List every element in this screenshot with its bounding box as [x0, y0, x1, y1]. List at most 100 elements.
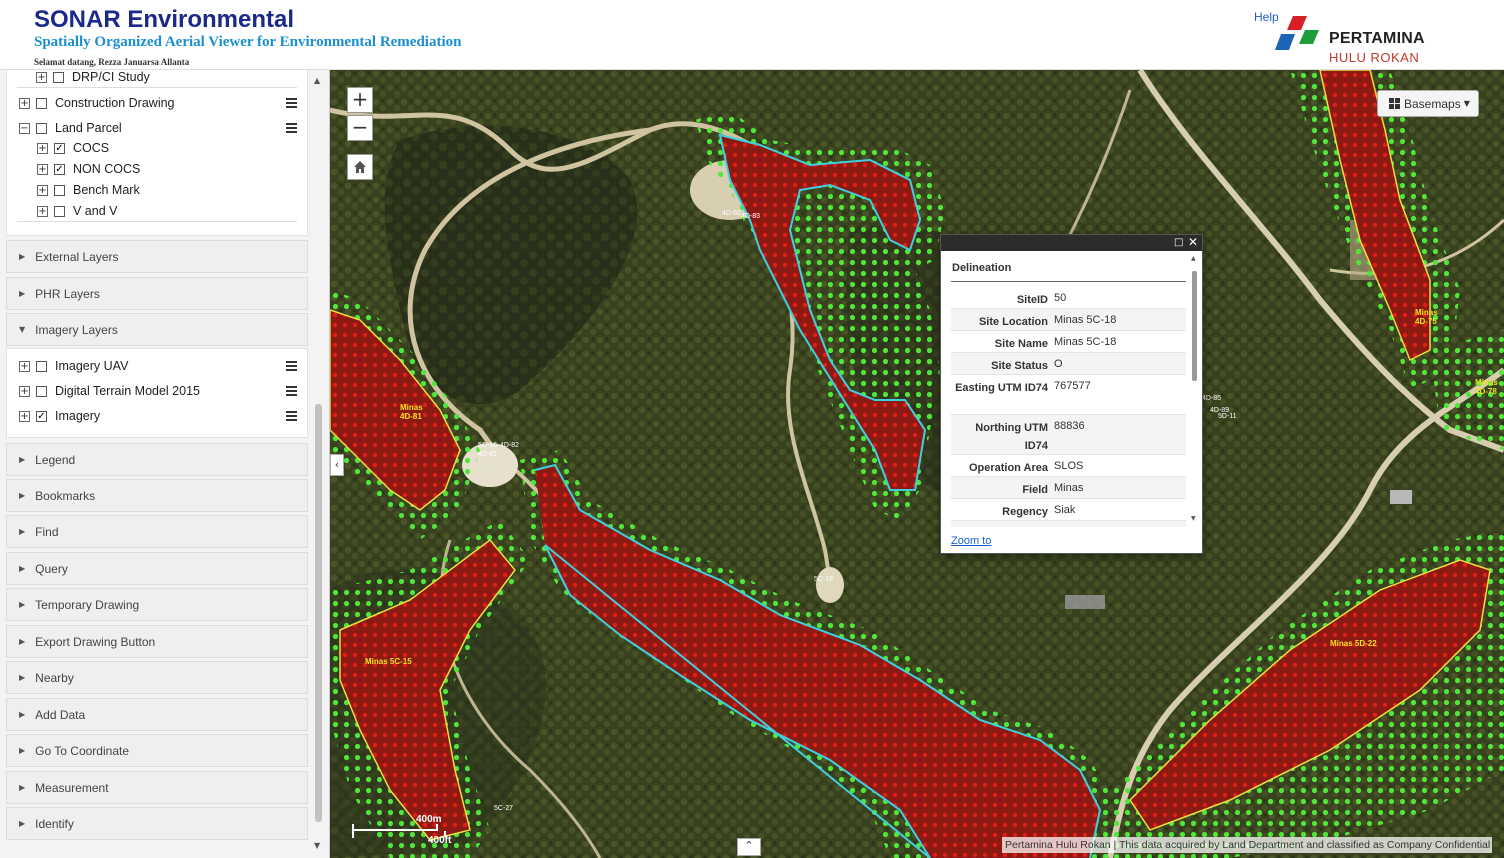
panel-measurement[interactable]: ▶ Measurement [6, 771, 308, 804]
attribute-key: Site Name [994, 338, 1048, 350]
divider [951, 281, 1186, 282]
zoom-out-button[interactable]: − [347, 115, 373, 141]
panel-label: Temporary Drawing [35, 597, 140, 612]
map-label-minas-4d78: Minas [1475, 378, 1498, 387]
panel-label: Query [35, 561, 68, 576]
scroll-down-icon[interactable]: ▼ [1191, 515, 1196, 522]
popup-title: Delineation [952, 262, 1012, 274]
caret-right-icon: ▶ [19, 491, 26, 500]
expand-icon[interactable]: + [19, 410, 30, 422]
attribute-key: Easting UTM ID74 [955, 382, 1048, 394]
caret-right-icon: ▶ [19, 289, 26, 298]
layer-item-imagery-uav[interactable]: + Imagery UAV [19, 356, 128, 376]
layer-item-bench-mark[interactable]: + Bench Mark [37, 180, 140, 200]
layer-list-imagery: + Imagery UAV + Digital Terrain Model 20… [6, 348, 308, 438]
scroll-up-icon[interactable]: ▲ [314, 76, 320, 85]
layer-menu-icon[interactable] [286, 361, 297, 371]
well-label-4d85: 4D-85 [1202, 395, 1221, 402]
layer-list-operational: + DRP/CI Study + Construction Drawing − … [6, 70, 308, 236]
collapse-sidebar-button[interactable]: ‹ [330, 454, 344, 476]
expand-icon[interactable]: + [37, 142, 48, 154]
basemaps-button[interactable]: Basemaps ▼ [1377, 90, 1479, 117]
layer-checkbox[interactable] [36, 97, 47, 109]
panel-phr-layers[interactable]: ▶ PHR Layers [6, 277, 308, 310]
panel-find[interactable]: ▶ Find [6, 515, 308, 548]
panel-go-to-coordinate[interactable]: ▶ Go To Coordinate [6, 734, 308, 767]
attribute-key: Field [1022, 484, 1048, 496]
layer-item-construction-drawing[interactable]: + Construction Drawing [19, 93, 175, 113]
scroll-down-icon[interactable]: ▼ [314, 841, 320, 850]
layer-item-land-parcel[interactable]: − Land Parcel [19, 118, 122, 138]
panel-temporary-drawing[interactable]: ▶ Temporary Drawing [6, 588, 308, 621]
maximize-icon[interactable]: □ [1174, 237, 1185, 248]
caret-right-icon: ▶ [19, 455, 26, 464]
panel-nearby[interactable]: ▶ Nearby [6, 661, 308, 694]
layer-checkbox-checked[interactable]: ✓ [36, 410, 47, 422]
panel-external-layers[interactable]: ▶ External Layers [6, 240, 308, 273]
layer-item-non-cocs[interactable]: + ✓ NON COCS [37, 159, 140, 179]
caret-right-icon: ▶ [19, 252, 26, 261]
layer-menu-icon[interactable] [286, 411, 297, 421]
panel-imagery-layers[interactable]: ▼ Imagery Layers [6, 313, 308, 346]
expand-icon[interactable]: + [19, 360, 30, 372]
app-subtitle: Spatially Organized Aerial Viewer for En… [34, 34, 462, 50]
layer-checkbox[interactable] [53, 71, 64, 83]
expand-icon[interactable]: + [37, 163, 48, 175]
layer-checkbox[interactable] [54, 205, 65, 217]
attribute-row: Operation Area SLOS [951, 455, 1186, 477]
expand-icon[interactable]: + [37, 184, 48, 196]
zoom-in-button[interactable]: + [347, 87, 373, 113]
panel-identify[interactable]: ▶ Identify [6, 807, 308, 840]
layer-checkbox[interactable] [36, 122, 47, 134]
collapse-icon[interactable]: − [19, 122, 30, 134]
popup-scrollbar[interactable]: ▲ ▼ [1190, 255, 1199, 525]
panel-label: External Layers [35, 249, 119, 264]
layer-checkbox-checked[interactable]: ✓ [54, 163, 65, 175]
map-view[interactable]: Minas 4D-81 Minas 5C-15 Minas 5D-22 Mina… [330, 70, 1504, 858]
expand-icon[interactable]: + [19, 385, 30, 397]
scrollbar-thumb[interactable] [315, 404, 322, 822]
layer-checkbox[interactable] [36, 360, 47, 372]
well-label-5c18: 5C-18 [814, 576, 833, 583]
zoom-to-link[interactable]: Zoom to [951, 535, 991, 547]
panel-legend[interactable]: ▶ Legend [6, 443, 308, 476]
layer-checkbox[interactable] [54, 184, 65, 196]
sidebar-scrollbar[interactable]: ▲ ▼ [313, 74, 324, 854]
layer-label: Land Parcel [55, 121, 122, 135]
home-button[interactable] [347, 154, 373, 180]
map-label-minas-4d75-id: 4D-75 [1415, 317, 1437, 326]
attribute-row: Site Status O [951, 353, 1186, 375]
panel-add-data[interactable]: ▶ Add Data [6, 698, 308, 731]
layer-item-drp[interactable]: + DRP/CI Study [36, 70, 150, 87]
popup-scrollbar-thumb[interactable] [1192, 271, 1197, 381]
panel-label: Go To Coordinate [35, 743, 129, 758]
layer-item-imagery[interactable]: + ✓ Imagery [19, 406, 100, 426]
expand-icon[interactable]: + [37, 205, 48, 217]
expand-icon[interactable]: + [19, 97, 30, 109]
panel-label: Export Drawing Button [35, 634, 156, 649]
layer-menu-icon[interactable] [286, 123, 297, 133]
attribute-row: Northing UTM ID74 88836 [951, 415, 1186, 455]
attribute-row: Regency Siak [951, 499, 1186, 521]
panel-query[interactable]: ▶ Query [6, 552, 308, 585]
attribute-key: SiteID [1016, 294, 1048, 306]
layer-menu-icon[interactable] [286, 386, 297, 396]
well-label-5c16: 5C-16 [478, 442, 497, 449]
layer-checkbox-checked[interactable]: ✓ [54, 142, 65, 154]
layer-item-cocs[interactable]: + ✓ COCS [37, 138, 109, 158]
attribute-key: Northing UTM ID74 [975, 422, 1048, 452]
caret-right-icon: ▶ [19, 637, 26, 646]
layer-menu-icon[interactable] [286, 98, 297, 108]
layer-checkbox[interactable] [36, 385, 47, 397]
attribute-key: Site Status [991, 360, 1048, 372]
scroll-up-icon[interactable]: ▲ [1191, 255, 1196, 262]
toggle-bottom-panel-button[interactable]: ⌃ [737, 838, 761, 856]
expand-icon[interactable]: + [36, 71, 47, 83]
layer-item-v-and-v[interactable]: + V and V [37, 201, 117, 221]
caret-down-icon: ▼ [1463, 99, 1470, 108]
layer-item-dtm-2015[interactable]: + Digital Terrain Model 2015 [19, 381, 200, 401]
panel-bookmarks[interactable]: ▶ Bookmarks [6, 479, 308, 512]
close-icon[interactable]: ✕ [1188, 235, 1200, 249]
panel-export-drawing[interactable]: ▶ Export Drawing Button [6, 625, 308, 658]
basemaps-label: Basemaps [1404, 96, 1461, 111]
